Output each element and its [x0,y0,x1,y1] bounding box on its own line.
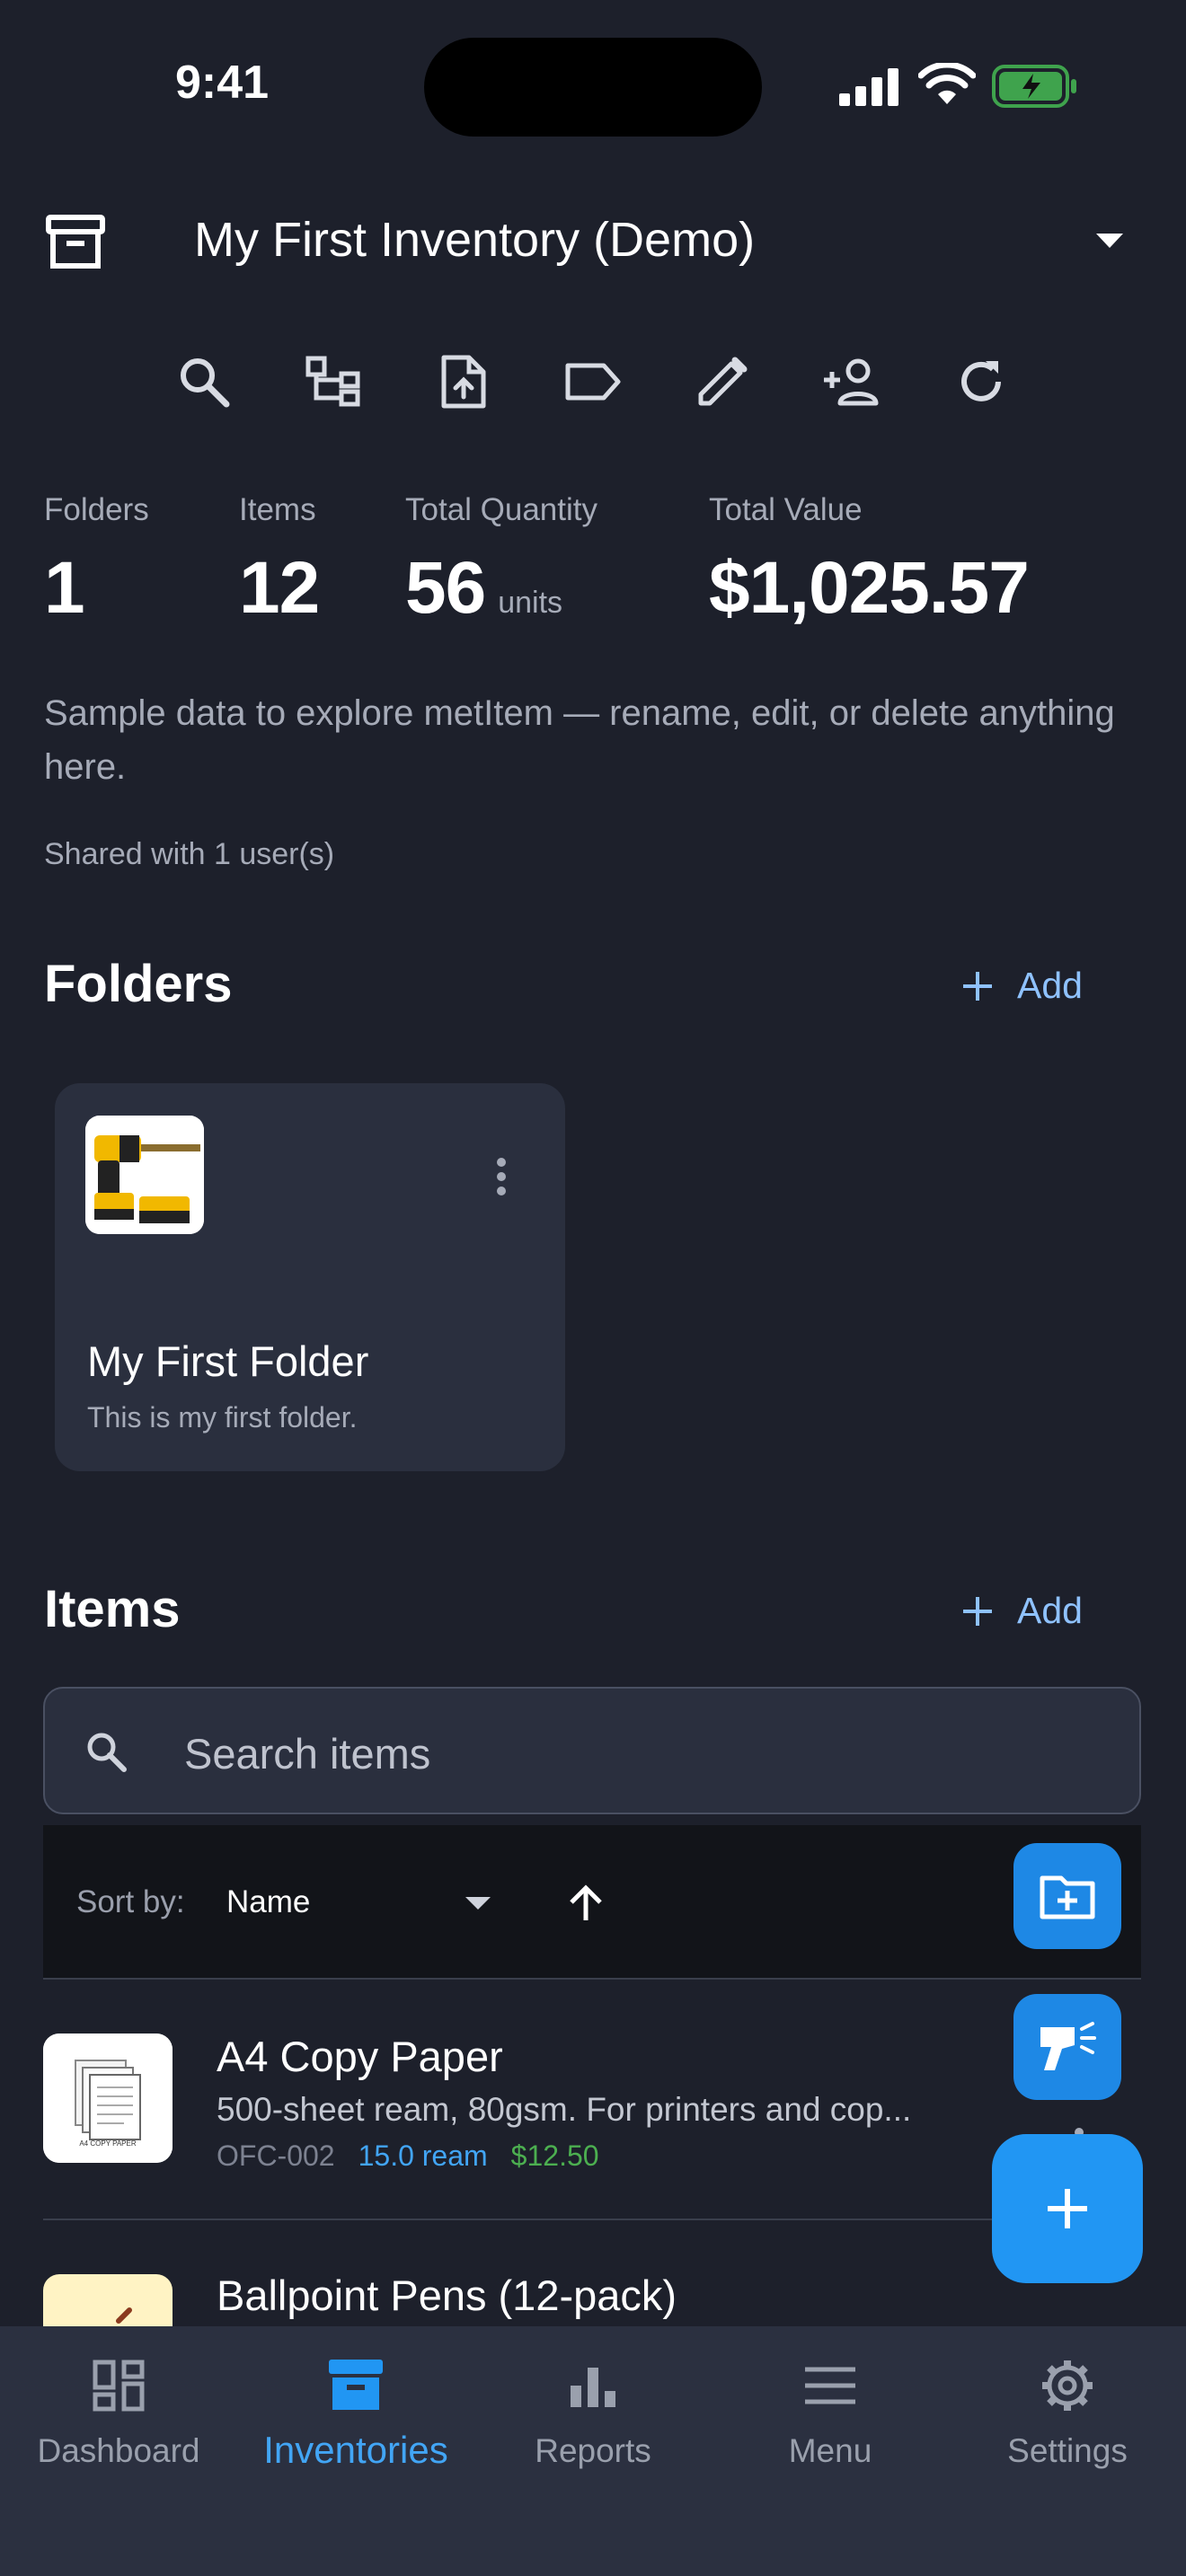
nav-settings[interactable]: Settings [949,2326,1186,2506]
sort-direction-arrow-up-icon[interactable] [566,1883,606,1922]
folders-title: Folders [44,955,233,1013]
dynamic-island [424,38,762,137]
plus-icon [1048,2189,1087,2228]
stat-items-label: Items [239,492,316,527]
barcode-scanner-icon [1040,2022,1096,2070]
shared-info[interactable]: Shared with 1 user(s) [44,837,334,872]
label-icon[interactable] [562,350,624,413]
stat-value-label: Total Value [709,492,863,527]
file-upload-icon[interactable] [432,350,495,413]
bar-chart-icon [569,2350,617,2422]
item-name[interactable]: A4 Copy Paper [217,2032,503,2081]
menu-icon [803,2350,857,2422]
item-name[interactable]: Ballpoint Pens (12-pack) [217,2271,677,2320]
bottom-navigation: Dashboard Inventories Reports Menu Setti… [0,2326,1186,2576]
signal-icon [839,66,900,106]
refresh-icon[interactable] [950,350,1013,413]
nav-inventories[interactable]: Inventories [237,2326,474,2506]
nav-menu-label: Menu [788,2432,872,2469]
stat-items-value: 12 [239,547,320,629]
folder-card[interactable]: My First Folder This is my first folder. [55,1083,565,1471]
item-meta: OFC-002 15.0 ream $12.50 [217,2139,599,2173]
folder-description: This is my first folder. [87,1401,358,1434]
stat-quantity-unit: units [498,586,563,620]
add-fab[interactable] [992,2134,1143,2283]
inventory-archive-icon [45,214,106,271]
stat-quantity: 56 units [405,546,562,631]
hierarchy-icon[interactable] [302,350,365,413]
item-quantity: 15.0 ream [358,2139,488,2172]
item-more-icon[interactable] [1074,2102,1084,2138]
inventory-title[interactable]: My First Inventory (Demo) [194,212,755,268]
add-item-label: Add [1017,1590,1083,1631]
item-thumbnail-caption: A4 COPY PAPER [79,2139,137,2148]
search-icon [84,1730,128,1773]
search-icon[interactable] [173,350,235,413]
stat-quantity-value: 56 [405,547,486,629]
stat-folders-value: 1 [44,547,85,629]
item-description: 500-sheet ream, 80gsm. For printers and … [217,2091,912,2128]
item-divider [43,2219,1141,2220]
nav-menu[interactable]: Menu [712,2326,949,2506]
status-time: 9:41 [175,57,270,109]
folder-thumbnail [85,1116,204,1234]
sort-label: Sort by: [76,1884,185,1919]
sort-dropdown-icon[interactable] [464,1895,492,1911]
stat-quantity-label: Total Quantity [405,492,597,527]
folder-name: My First Folder [87,1337,369,1385]
nav-dashboard[interactable]: Dashboard [0,2326,237,2506]
scan-fab[interactable] [1013,1994,1121,2100]
drill-image-icon [85,1116,204,1234]
nav-inventories-label: Inventories [263,2429,448,2471]
archive-icon [327,2350,385,2422]
item-sku: OFC-002 [217,2139,335,2172]
sort-select[interactable]: Name [226,1884,310,1920]
add-folder-button[interactable]: Add [961,965,1083,1007]
plus-icon [963,1596,992,1626]
item-price: $12.50 [510,2139,599,2172]
edit-icon[interactable] [691,350,754,413]
add-user-icon[interactable] [820,350,883,413]
stat-value-value: $1,025.57 [709,547,1030,629]
nav-reports-label: Reports [535,2432,651,2469]
wifi-icon [918,63,976,106]
add-item-button[interactable]: Add [961,1590,1083,1632]
battery-icon [992,65,1078,108]
gear-icon [1039,2350,1096,2422]
nav-reports[interactable]: Reports [474,2326,712,2506]
item-thumbnail: A4 COPY PAPER [43,2033,173,2163]
add-folder-fab[interactable] [1013,1843,1121,1949]
dashboard-icon [92,2350,146,2422]
inventory-description: Sample data to explore metItem — rename,… [44,693,1115,787]
pen-image-icon [116,2307,132,2324]
search-placeholder[interactable]: Search items [184,1729,430,1778]
plus-icon [963,971,992,1001]
inventory-dropdown-icon[interactable] [1094,232,1125,250]
stat-folders-label: Folders [44,492,149,527]
nav-dashboard-label: Dashboard [37,2432,200,2469]
nav-settings-label: Settings [1007,2432,1128,2469]
folder-more-icon[interactable] [495,1157,508,1196]
items-title: Items [44,1580,181,1638]
create-folder-icon [1040,1875,1095,1919]
add-folder-label: Add [1017,965,1083,1006]
